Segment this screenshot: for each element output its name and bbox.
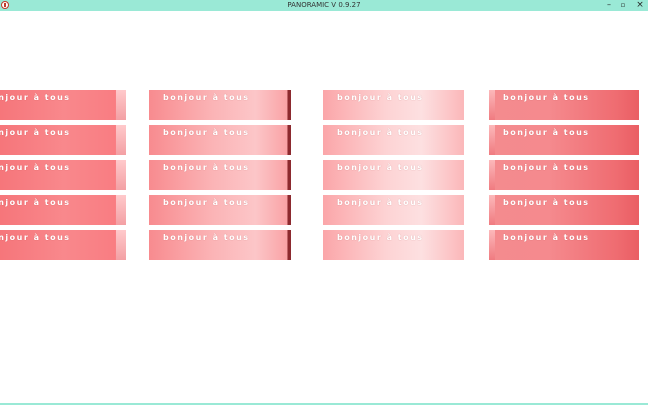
tile-r4-c1[interactable]: bonjour à tous — [149, 230, 291, 260]
title-bar[interactable]: PANORAMIC V 0.9.27 – ▫ × — [0, 0, 648, 11]
window-title: PANORAMIC V 0.9.27 — [287, 1, 361, 9]
minimize-button[interactable]: – — [602, 0, 616, 11]
tile-r1-c3[interactable]: bonjour à tous — [489, 125, 639, 155]
tile-r3-c3[interactable]: bonjour à tous — [489, 195, 639, 225]
tile-r2-c3[interactable]: bonjour à tous — [489, 160, 639, 190]
tile-r1-c2[interactable]: bonjour à tous — [323, 125, 464, 155]
tile-r3-c0[interactable]: bonjour à tous — [0, 195, 126, 225]
tile-r2-c1[interactable]: bonjour à tous — [149, 160, 291, 190]
close-button[interactable]: × — [633, 0, 647, 11]
tile-r3-c1[interactable]: bonjour à tous — [149, 195, 291, 225]
tile-r0-c3[interactable]: bonjour à tous — [489, 90, 639, 120]
tile-r4-c0[interactable]: bonjour à tous — [0, 230, 126, 260]
tile-r1-c0[interactable]: bonjour à tous — [0, 125, 126, 155]
tile-r2-c2[interactable]: bonjour à tous — [323, 160, 464, 190]
tile-r3-c2[interactable]: bonjour à tous — [323, 195, 464, 225]
tile-r4-c3[interactable]: bonjour à tous — [489, 230, 639, 260]
tile-r1-c1[interactable]: bonjour à tous — [149, 125, 291, 155]
tile-r0-c1[interactable]: bonjour à tous — [149, 90, 291, 120]
tile-r0-c2[interactable]: bonjour à tous — [323, 90, 464, 120]
maximize-button[interactable]: ▫ — [616, 0, 630, 11]
tile-r4-c2[interactable]: bonjour à tous — [323, 230, 464, 260]
tile-r2-c0[interactable]: bonjour à tous — [0, 160, 126, 190]
tile-r0-c0[interactable]: bonjour à tous — [0, 90, 126, 120]
